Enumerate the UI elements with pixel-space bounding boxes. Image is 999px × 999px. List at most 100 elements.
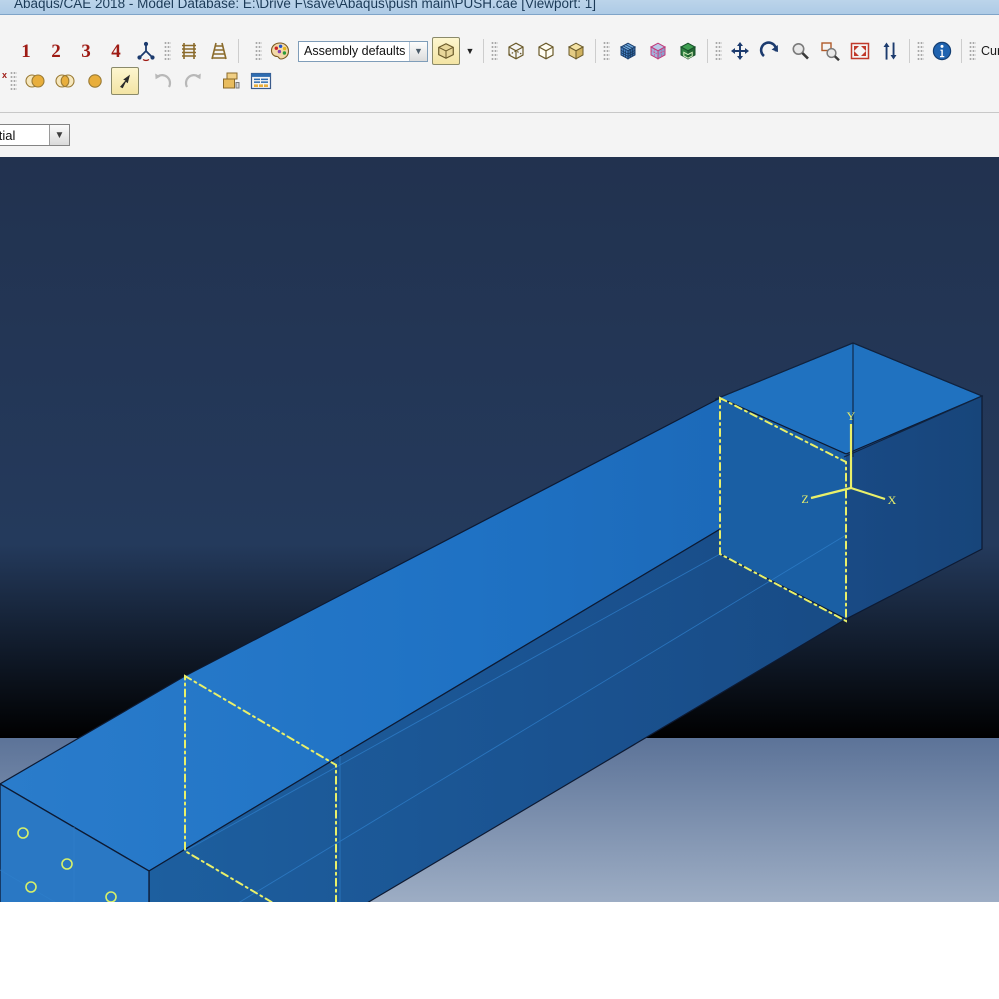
redo-button[interactable] xyxy=(179,67,207,95)
toolbar-separator xyxy=(961,39,962,63)
viewport-canvas[interactable]: Y X Z xyxy=(0,157,999,902)
toolbar-row-secondary xyxy=(0,66,999,96)
viewport-2-button[interactable]: 2 xyxy=(42,37,70,65)
selection-arrow-button[interactable] xyxy=(111,67,139,95)
hidden-line-cube-icon xyxy=(538,42,554,60)
toolbar-separator xyxy=(483,39,484,63)
window-title: Abaqus/CAE 2018 - Model Database: E:\Dri… xyxy=(14,0,597,11)
toolbar-grip[interactable] xyxy=(969,41,976,61)
undo-redo-group xyxy=(148,67,208,95)
ladder-icon xyxy=(182,43,196,59)
render-style-value: Assembly defaults xyxy=(304,44,406,58)
triad-label-y: Y xyxy=(847,409,856,423)
toolbar-grip[interactable] xyxy=(603,41,610,61)
message-area xyxy=(0,902,999,999)
model-tools-group xyxy=(216,67,276,95)
create-instance-button[interactable] xyxy=(217,67,245,95)
window-titlebar: Abaqus/CAE 2018 - Model Database: E:\Dri… xyxy=(0,0,999,15)
triad-label-z: Z xyxy=(801,492,808,506)
toolbar-grip[interactable] xyxy=(255,41,262,61)
fit-all-icon xyxy=(850,42,870,60)
abaqus-cae-window: Abaqus/CAE 2018 - Model Database: E:\Dri… xyxy=(0,0,999,999)
pan-icon xyxy=(731,42,749,60)
render-style-group: Assembly defaults ▼ ▼ xyxy=(265,37,479,65)
boolean-intersect-icon xyxy=(55,74,75,88)
toolbar-separator xyxy=(238,39,239,63)
mesh-cube-green-icon xyxy=(679,42,697,60)
boolean-operations-group xyxy=(20,67,140,95)
viewport-link-icon xyxy=(137,41,155,62)
model-tree-icon xyxy=(250,72,272,90)
boolean-merge-button[interactable] xyxy=(21,67,49,95)
boolean-intersect-button[interactable] xyxy=(51,67,79,95)
toolbar-separator xyxy=(909,39,910,63)
toolbar-row-primary: x 1 2 3 4 Assembly defaults ▼ ▼ Cu xyxy=(0,36,999,80)
redo-icon xyxy=(184,73,201,88)
triad-label-x: X xyxy=(888,493,897,507)
undo-button[interactable] xyxy=(149,67,177,95)
toolbar-grip[interactable] xyxy=(164,41,171,61)
create-instance-icon xyxy=(223,72,240,89)
chevron-down-icon[interactable]: ▼ xyxy=(49,125,69,145)
rotate-view-icon xyxy=(759,41,778,58)
work-directory-label: Current work directory: xyxy=(981,44,999,58)
hidden-line-button[interactable] xyxy=(532,37,560,65)
viewport-link-button[interactable] xyxy=(132,37,160,65)
magnify-icon xyxy=(792,43,809,60)
viewport-4-button[interactable]: 4 xyxy=(102,37,130,65)
mesh-blue-button[interactable] xyxy=(614,37,642,65)
step-selector-combo[interactable]: Initial ▼ xyxy=(0,124,70,146)
color-code-button[interactable] xyxy=(266,37,294,65)
ladder-tapered-icon xyxy=(211,42,227,60)
boolean-fill-button[interactable] xyxy=(81,67,109,95)
undo-icon xyxy=(155,73,172,88)
toolbar-separator xyxy=(707,39,708,63)
mesh-cube-blue-icon xyxy=(619,42,637,60)
wireframe-cube-icon xyxy=(508,42,524,60)
pan-view-button[interactable] xyxy=(726,37,754,65)
color-palette-icon xyxy=(270,42,290,60)
rotate-view-button[interactable] xyxy=(756,37,784,65)
context-bar: Initial ▼ xyxy=(0,113,999,158)
fit-all-button[interactable] xyxy=(846,37,874,65)
box-zoom-icon xyxy=(821,42,840,62)
boolean-merge-icon xyxy=(25,74,45,88)
shaded-cube-icon xyxy=(567,42,585,60)
viewport-3-button[interactable]: 3 xyxy=(72,37,100,65)
toolbar-grip[interactable] xyxy=(715,41,722,61)
toolbar-grip[interactable] xyxy=(917,41,924,61)
cycle-views-button[interactable] xyxy=(876,37,904,65)
info-group xyxy=(927,37,957,65)
viewport-1-button[interactable]: 1 xyxy=(12,37,40,65)
boolean-fill-icon xyxy=(88,74,102,88)
model-viewport[interactable]: Y X Z xyxy=(0,157,999,902)
chevron-down-icon[interactable]: ▼ xyxy=(409,41,427,61)
work-directory-group: Current work directory: E:\Drive F xyxy=(979,37,999,65)
render-style-dropdown-button[interactable]: ▼ xyxy=(462,37,478,65)
chevron-down-icon: ▼ xyxy=(465,46,475,56)
toolbar-grip[interactable] xyxy=(491,41,498,61)
display-mode-group xyxy=(501,37,591,65)
render-style-cube-button[interactable] xyxy=(432,37,460,65)
magnify-view-button[interactable] xyxy=(786,37,814,65)
wireframe-button[interactable] xyxy=(502,37,530,65)
toolbar-separator xyxy=(595,39,596,63)
shaded-button[interactable] xyxy=(562,37,590,65)
ladder-group xyxy=(174,37,234,65)
toolbar-grip[interactable] xyxy=(10,71,17,91)
info-icon xyxy=(932,41,952,61)
ladder-1-button[interactable] xyxy=(175,37,203,65)
render-style-combo[interactable]: Assembly defaults ▼ xyxy=(298,40,428,62)
viewport-layout-group: x 1 2 3 4 xyxy=(0,37,161,80)
mesh-pink-button[interactable] xyxy=(644,37,672,65)
view-manipulation-group xyxy=(725,37,905,65)
box-zoom-button[interactable] xyxy=(816,37,844,65)
ladder-2-button[interactable] xyxy=(205,37,233,65)
query-info-button[interactable] xyxy=(928,37,956,65)
render-style-cube-icon xyxy=(438,43,454,59)
cycle-views-icon xyxy=(883,42,897,60)
step-selector-value: Initial xyxy=(0,127,16,143)
mesh-green-button[interactable] xyxy=(674,37,702,65)
model-tree-button[interactable] xyxy=(247,67,275,95)
toolbar-zone: x 1 2 3 4 Assembly defaults ▼ ▼ Cu xyxy=(0,15,999,113)
